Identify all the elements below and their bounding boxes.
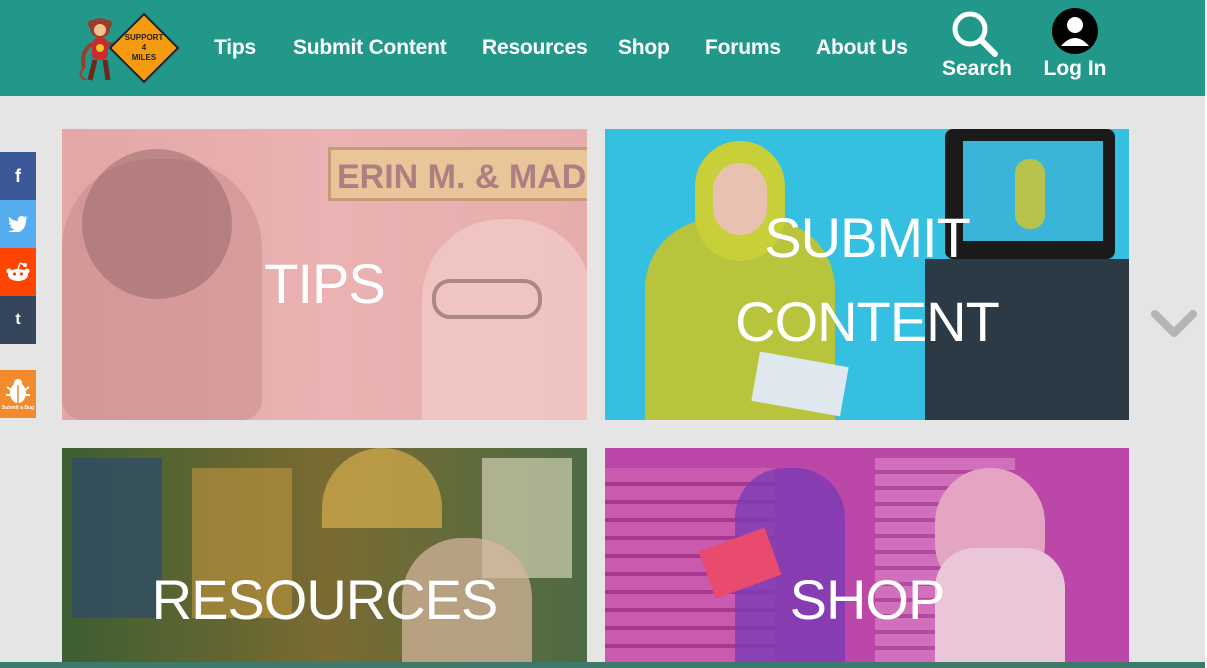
tile-submit-caption-line1: SUBMIT — [764, 206, 971, 269]
search-icon — [952, 11, 998, 57]
tile-resources-caption: RESOURCES — [151, 568, 499, 631]
submit-bug-button[interactable]: Submit a Bug — [0, 370, 36, 418]
search-button[interactable]: Search — [940, 8, 1014, 88]
nav-submit-content[interactable]: Submit Content — [293, 36, 447, 60]
tile-resources[interactable]: RESOURCES — [62, 448, 587, 662]
tile-shop-caption: SHOP — [789, 568, 946, 631]
twitter-icon — [8, 216, 28, 232]
site-header: SUPPORT 4 MILES Tips Submit Content Reso… — [0, 0, 1205, 96]
site-logo[interactable]: SUPPORT 4 MILES — [70, 10, 182, 86]
logo-text-4: 4 — [142, 43, 147, 52]
reddit-icon — [6, 262, 30, 281]
login-button[interactable]: Log In — [1040, 8, 1110, 88]
share-facebook[interactable]: f — [0, 152, 36, 200]
tile-submit-caption-line2: CONTENT — [735, 290, 1000, 353]
submit-content-photo — [605, 129, 1129, 420]
user-avatar-icon — [1052, 8, 1098, 54]
tumblr-icon: t — [15, 311, 21, 328]
nav-forums[interactable]: Forums — [705, 36, 781, 60]
bug-report-label: Submit a Bug — [1, 405, 35, 411]
share-reddit[interactable] — [0, 248, 36, 296]
share-twitter[interactable] — [0, 200, 36, 248]
tile-submit-content[interactable]: SUBMIT CONTENT — [605, 129, 1129, 420]
share-tumblr[interactable]: t — [0, 296, 36, 344]
tips-sign-text: ERIN M. & MAD — [337, 158, 587, 196]
nav-tips[interactable]: Tips — [214, 36, 256, 60]
nav-resources[interactable]: Resources — [482, 36, 588, 60]
logo-text-support: SUPPORT — [125, 33, 164, 42]
next-section-edge — [0, 662, 1205, 668]
logo-text-miles: MILES — [132, 53, 157, 62]
facebook-icon: f — [15, 165, 21, 186]
tile-shop[interactable]: SHOP — [605, 448, 1129, 662]
tips-photo-sign: ERIN M. & MAD — [328, 147, 587, 201]
tile-tips[interactable]: ERIN M. & MAD TIPS — [62, 129, 587, 420]
tile-tips-caption: TIPS — [264, 252, 385, 315]
search-label: Search — [941, 57, 1013, 80]
bug-icon — [6, 379, 30, 403]
chevron-down-icon — [1151, 310, 1197, 337]
nav-shop[interactable]: Shop — [618, 36, 670, 60]
login-label: Log In — [1043, 57, 1107, 80]
scroll-down-button[interactable] — [1150, 306, 1198, 347]
nav-about-us[interactable]: About Us — [816, 36, 908, 60]
